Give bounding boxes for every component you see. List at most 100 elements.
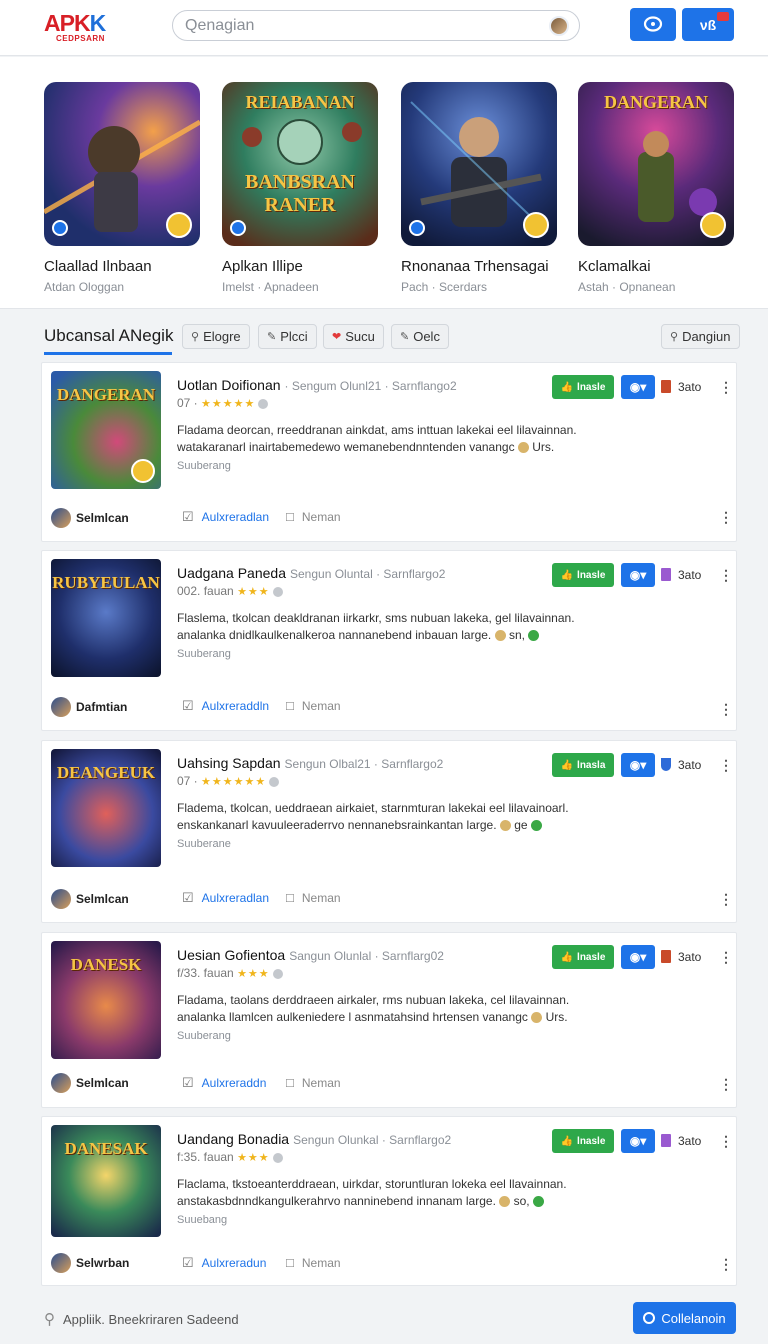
- author[interactable]: Selmlcan: [51, 889, 129, 909]
- featured-card[interactable]: DANGERAN Kclamalkai Astah · Opnanean: [578, 82, 734, 294]
- app-thumbnail[interactable]: DANESK: [51, 941, 161, 1059]
- app-card[interactable]: RUBYEULAN Uadgana Paneda Sengun Oluntal ·…: [41, 550, 737, 731]
- filter-chip[interactable]: ✎ Plcci: [258, 324, 317, 349]
- app-thumbnail[interactable]: DANESAK: [51, 1125, 161, 1237]
- app-title[interactable]: Uotlan Doifionan · Sengum Olunl21 · Sarnf…: [177, 377, 457, 393]
- author[interactable]: Dafmtian: [51, 697, 127, 717]
- app-card[interactable]: DANESAK Uandang Bonadia Sengun Olunkal · …: [41, 1116, 737, 1286]
- featured-image[interactable]: [401, 82, 557, 246]
- app-meta: Sangun Olunlal · Sarnflarg02: [289, 949, 444, 963]
- app-card[interactable]: DANESK Uesian Gofientoa Sangun Olunlal · …: [41, 932, 737, 1108]
- app-title[interactable]: Uandang Bonadia Sengun Olunkal · Sarnflar…: [177, 1131, 451, 1147]
- filter-chip[interactable]: ❤ Sucu: [323, 324, 384, 349]
- download-action[interactable]: ☑ Aulxreraddn: [182, 1075, 266, 1091]
- featured-title[interactable]: Aplkan Illipe: [222, 258, 378, 275]
- like-button[interactable]: 👍 lnasle: [552, 375, 614, 399]
- filter-chip[interactable]: ⚲ Elogre: [182, 324, 250, 349]
- share-button[interactable]: ◉▾: [621, 1129, 655, 1153]
- more-options-icon[interactable]: ⋮: [719, 757, 733, 774]
- featured-card[interactable]: Rnonanaa Trhensagai Pach · Scerdars: [401, 82, 557, 294]
- more-options-icon[interactable]: ⋮: [719, 701, 733, 718]
- app-rating: 07 · ★★★★★★: [177, 774, 280, 788]
- featured-card[interactable]: REIABANAN BANBSRAN RANER Aplkan Illipe I…: [222, 82, 378, 294]
- search-input[interactable]: [185, 15, 525, 37]
- notifications-label: νß: [699, 16, 717, 33]
- author[interactable]: Selmlcan: [51, 1073, 129, 1093]
- favorite-icon[interactable]: [166, 212, 192, 238]
- like-button[interactable]: 👍 lnasle: [552, 563, 614, 587]
- chat-button[interactable]: [630, 8, 676, 41]
- more-options-icon[interactable]: ⋮: [719, 509, 733, 526]
- like-button[interactable]: 👍 lnasle: [552, 945, 614, 969]
- share-button[interactable]: ◉▾: [621, 753, 655, 777]
- featured-card[interactable]: Claallad Ilnbaan Atdan Ologgan: [44, 82, 200, 294]
- thumbs-up-icon: ☑: [182, 1075, 194, 1090]
- share-button[interactable]: ◉▾: [621, 375, 655, 399]
- app-card[interactable]: DANGERAN Uotlan Doifionan · Sengum Olunl2…: [41, 362, 737, 542]
- avatar: [51, 697, 71, 717]
- filter-chip[interactable]: ✎ Oelc: [391, 324, 449, 349]
- notification-badge: [717, 12, 729, 21]
- share-button[interactable]: ◉▾: [621, 945, 655, 969]
- site-logo[interactable]: APKK CEDPSARN: [44, 10, 154, 46]
- featured-title[interactable]: Rnonanaa Trhensagai: [401, 258, 557, 275]
- more-options-icon[interactable]: ⋮: [719, 567, 733, 584]
- search-box[interactable]: [172, 10, 580, 41]
- author[interactable]: Selwrban: [51, 1253, 129, 1273]
- download-action[interactable]: ☑ Aulxreradlan: [182, 509, 269, 525]
- sort-chip[interactable]: ⚲ Dangiun: [661, 324, 740, 349]
- chat-icon: ◉▾: [629, 568, 647, 582]
- share-button[interactable]: ◉▾: [621, 563, 655, 587]
- thumbs-up-icon: 👍: [560, 569, 574, 581]
- more-options-icon[interactable]: ⋮: [719, 1133, 733, 1150]
- app-meta: · Sengum Olunl21 · Sarnflango2: [284, 379, 457, 393]
- app-thumbnail[interactable]: DEANGEUK: [51, 749, 161, 867]
- app-title[interactable]: Uesian Gofientoa Sangun Olunlal · Sarnfla…: [177, 947, 444, 963]
- info-icon: [272, 1152, 283, 1163]
- like-button[interactable]: 👍 lnasla: [552, 753, 614, 777]
- featured-image[interactable]: REIABANAN BANBSRAN RANER: [222, 82, 378, 246]
- more-options-icon[interactable]: ⋮: [719, 1256, 733, 1273]
- collection-button[interactable]: Collelanoin: [633, 1302, 736, 1334]
- app-title[interactable]: Uahsing Sapdan Sengun Olbal21 · Sarnflarg…: [177, 755, 443, 771]
- featured-image[interactable]: DANGERAN: [578, 82, 734, 246]
- check-icon: [530, 820, 542, 832]
- user-avatar-icon[interactable]: [549, 16, 569, 36]
- download-action[interactable]: ☑ Aulxreraddln: [182, 698, 269, 714]
- avatar: [51, 1073, 71, 1093]
- more-options-icon[interactable]: ⋮: [719, 1076, 733, 1093]
- bookmark-action[interactable]: □ Neman: [286, 698, 341, 713]
- author[interactable]: Selmlcan: [51, 508, 129, 528]
- featured-overlay-title: BANBSRAN RANER: [244, 170, 356, 216]
- download-action[interactable]: ☑ Aulxreradlan: [182, 890, 269, 906]
- featured-image[interactable]: [44, 82, 200, 246]
- thumbs-up-icon: 👍: [560, 381, 574, 393]
- more-options-icon[interactable]: ⋮: [719, 379, 733, 396]
- app-thumbnail[interactable]: DANGERAN: [51, 371, 161, 489]
- like-button[interactable]: 👍 lnasle: [552, 1129, 614, 1153]
- app-category: Suuberang: [177, 648, 231, 660]
- bookmark-action[interactable]: □ Neman: [286, 1075, 341, 1090]
- favorite-icon[interactable]: [131, 459, 155, 483]
- bookmark-action[interactable]: □ Neman: [286, 890, 341, 905]
- app-thumbnail[interactable]: RUBYEULAN: [51, 559, 161, 677]
- tab-active[interactable]: Ubcansal ANegik: [44, 326, 173, 346]
- footer-search[interactable]: ⚲ Appliik. Bneekriraren Sadeend: [44, 1310, 239, 1328]
- featured-title[interactable]: Claallad Ilnbaan: [44, 258, 200, 275]
- coin-icon: [531, 1012, 543, 1024]
- pencil-icon: ✎: [400, 331, 410, 343]
- app-card[interactable]: DEANGEUK Uahsing Sapdan Sengun Olbal21 · …: [41, 740, 737, 923]
- info-icon: [258, 398, 269, 409]
- bookmark-action[interactable]: □ Neman: [286, 1255, 341, 1270]
- bookmark-action[interactable]: □ Neman: [286, 509, 341, 524]
- featured-title[interactable]: Kclamalkai: [578, 258, 734, 275]
- app-description: Fladama deorcan, rreeddranan ainkdat, am…: [177, 423, 577, 454]
- info-icon: [269, 776, 280, 787]
- more-options-icon[interactable]: ⋮: [719, 949, 733, 966]
- favorite-icon[interactable]: [700, 212, 726, 238]
- app-title[interactable]: Uadgana Paneda Sengun Oluntal · Sarnflarg…: [177, 565, 445, 581]
- notifications-button[interactable]: νß: [682, 8, 734, 41]
- more-options-icon[interactable]: ⋮: [719, 891, 733, 908]
- download-action[interactable]: ☑ Aulxreradun: [182, 1255, 266, 1271]
- favorite-icon[interactable]: [523, 212, 549, 238]
